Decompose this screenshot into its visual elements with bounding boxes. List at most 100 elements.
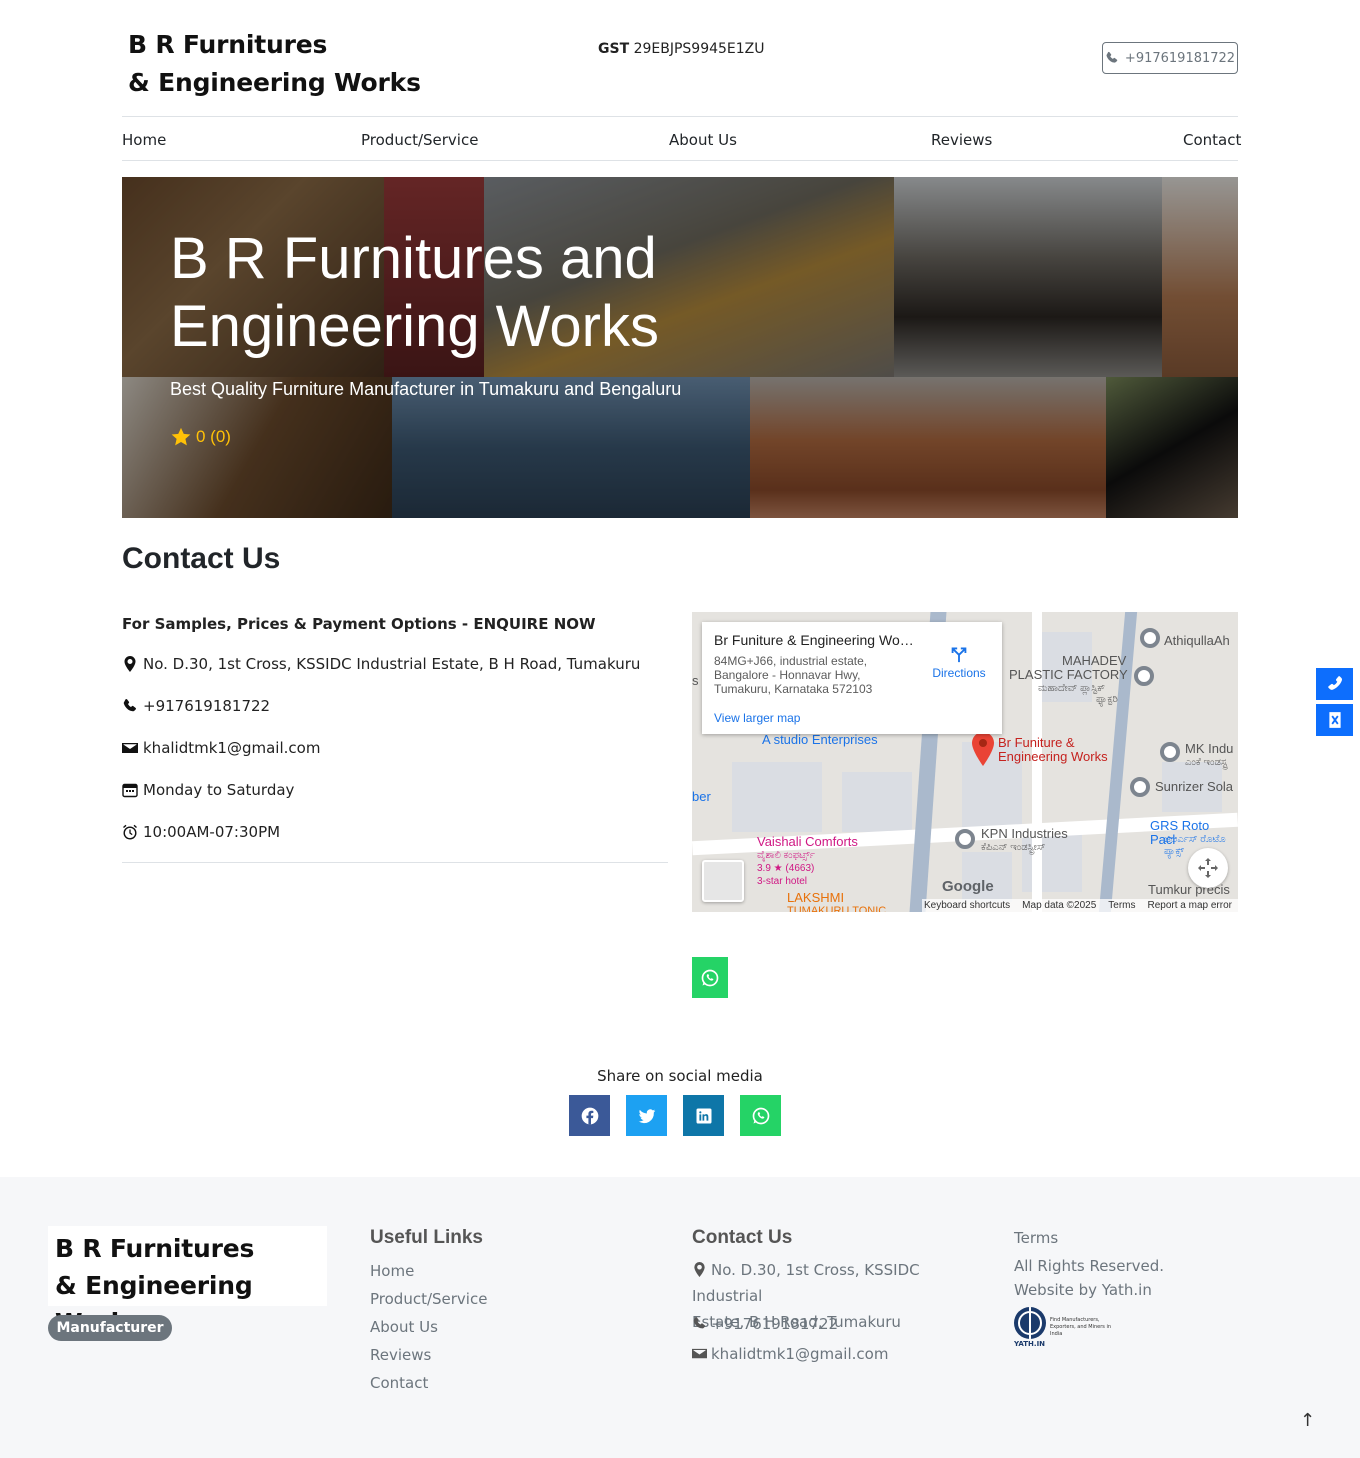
location-pin-icon [124, 656, 136, 672]
view-larger-map-link[interactable]: View larger map [714, 711, 800, 725]
map-place-pin[interactable] [1134, 666, 1154, 686]
yath-tagline: Find Manufacturers, Exporters, and Miner… [1050, 1317, 1112, 1337]
gst-label: GST [598, 41, 630, 57]
whatsapp-icon [752, 1107, 769, 1124]
hero-title-line1: B R Furnitures and [170, 226, 657, 291]
move-arrows-icon [1198, 858, 1218, 878]
calendar-icon [122, 783, 138, 798]
header-phone-text: +917619181722 [1124, 50, 1236, 66]
footer-website-by[interactable]: Website by Yath.in [1014, 1277, 1152, 1303]
map-place-pin[interactable] [955, 829, 975, 849]
star-icon [171, 427, 191, 446]
alarm-clock-icon [123, 824, 137, 840]
envelope-icon [692, 1348, 707, 1359]
directions-icon [951, 647, 967, 663]
google-logo: Google [942, 878, 994, 895]
share-facebook-button[interactable] [569, 1095, 610, 1136]
share-label: Share on social media [597, 1067, 763, 1085]
footer-rights: All Rights Reserved. [1014, 1257, 1165, 1275]
keyboard-shortcuts-link[interactable]: Keyboard shortcuts [924, 900, 1010, 911]
footer-link-contact[interactable]: Contact [370, 1374, 428, 1392]
site-logo[interactable]: B R Furnitures & Engineering Works [128, 26, 421, 102]
rating-text: 0 (0) [196, 427, 231, 446]
floating-call-button[interactable] [1316, 668, 1353, 700]
phone-icon [1327, 676, 1342, 690]
contact-email-text: khalidtmk1@gmail.com [143, 739, 321, 757]
hero-title-line2: Engineering Works [170, 294, 659, 359]
phone-icon [123, 699, 136, 712]
contact-phone-text: +917619181722 [143, 697, 271, 715]
gst-value: 29EBJPS9945E1ZU [633, 41, 765, 57]
location-pin-icon [694, 1262, 705, 1277]
footer-phone[interactable]: +917619181722 [692, 1311, 838, 1337]
contact-hours: 10:00AM-07:30PM [122, 823, 280, 841]
share-linkedin-button[interactable] [683, 1095, 724, 1136]
gst-number: GST 29EBJPS9945E1ZU [598, 41, 765, 57]
footer-email[interactable]: khalidtmk1@gmail.com [692, 1341, 888, 1367]
map-card-address: 84MG+J66, industrial estate, Bangalore -… [714, 654, 873, 696]
contact-section-title: Contact Us [122, 542, 281, 575]
twitter-icon [638, 1108, 655, 1123]
share-buttons [569, 1095, 781, 1136]
map-place-pin[interactable] [1140, 628, 1160, 648]
map-camera-control[interactable] [1188, 848, 1228, 888]
header-phone-button[interactable]: +917619181722 [1102, 42, 1238, 74]
footer-link-product-service[interactable]: Product/Service [370, 1290, 487, 1308]
scroll-to-top-button[interactable]: ↑ [1300, 1410, 1315, 1431]
map-layer-toggle[interactable] [702, 860, 744, 902]
nav-reviews[interactable]: Reviews [931, 131, 992, 149]
contact-email[interactable]: khalidtmk1@gmail.com [122, 739, 320, 757]
envelope-icon [122, 743, 138, 753]
contact-days-text: Monday to Saturday [143, 781, 295, 799]
google-map[interactable]: AthiqullaAh MAHADEV PLASTIC FACTORY ಮಹಾದ… [692, 612, 1238, 912]
map-data-text: Map data ©2025 [1022, 900, 1097, 911]
globe-icon [1014, 1307, 1046, 1339]
share-twitter-button[interactable] [626, 1095, 667, 1136]
contact-days: Monday to Saturday [122, 781, 294, 799]
nav-home[interactable]: Home [122, 131, 166, 149]
contact-address-text: No. D.30, 1st Cross, KSSIDC Industrial E… [143, 655, 641, 673]
directions-label: Directions [932, 666, 986, 680]
footer-terms-link[interactable]: Terms [1014, 1225, 1058, 1251]
whatsapp-icon [701, 969, 719, 986]
logo-line1: B R Furnitures [128, 30, 328, 59]
share-whatsapp-button[interactable] [740, 1095, 781, 1136]
map-place-pin[interactable] [1130, 777, 1150, 797]
footer-logo-line1: B R Furnitures [55, 1234, 255, 1263]
manufacturer-badge: Manufacturer [48, 1315, 172, 1341]
report-map-error-link[interactable]: Report a map error [1148, 900, 1232, 911]
hero-title: B R Furnitures and Engineering Works [170, 225, 659, 361]
hero-rating[interactable]: 0 (0) [170, 426, 231, 448]
footer-link-home[interactable]: Home [370, 1262, 414, 1280]
map-place-pin[interactable] [1160, 742, 1180, 762]
floating-enquiry-button[interactable] [1316, 704, 1353, 736]
yath-logo[interactable]: YATH.IN Find Manufacturers, Exporters, a… [1014, 1307, 1120, 1348]
contact-address: No. D.30, 1st Cross, KSSIDC Industrial E… [122, 655, 640, 673]
whatsapp-button[interactable] [692, 957, 728, 998]
linkedin-icon [696, 1108, 711, 1123]
arrow-up-icon: ↑ [1300, 1410, 1316, 1431]
map-card-title: Br Funiture & Engineering Wo… [714, 632, 914, 648]
map-terms-link[interactable]: Terms [1108, 900, 1135, 911]
contact-phone[interactable]: +917619181722 [122, 697, 270, 715]
footer-link-about-us[interactable]: About Us [370, 1318, 438, 1336]
nav-product-service[interactable]: Product/Service [361, 131, 478, 149]
useful-links-title: Useful Links [370, 1227, 483, 1248]
document-icon [1328, 712, 1341, 728]
logo-line2: & Engineering Works [128, 68, 421, 97]
hero-banner: B R Furnitures and Engineering Works Bes… [122, 177, 1238, 518]
map-info-card: Br Funiture & Engineering Wo… 84MG+J66, … [702, 622, 1002, 734]
map-red-pin-icon[interactable] [972, 732, 994, 766]
phone-icon [1106, 51, 1118, 63]
nav-about-us[interactable]: About Us [669, 131, 737, 149]
contact-divider [122, 862, 668, 863]
footer-link-reviews[interactable]: Reviews [370, 1346, 431, 1364]
footer-logo[interactable]: B R Furnitures & Engineering Works [48, 1226, 327, 1337]
nav-contact[interactable]: Contact [1183, 131, 1241, 149]
yath-name: YATH.IN [1014, 1340, 1046, 1348]
hero-subtitle: Best Quality Furniture Manufacturer in T… [170, 379, 682, 399]
map-footer-bar: Keyboard shortcuts Map data ©2025 Terms … [922, 899, 1238, 912]
directions-button[interactable]: Directions [924, 642, 994, 680]
main-nav: Home Product/Service About Us Reviews Co… [122, 116, 1241, 161]
phone-icon [693, 1316, 706, 1329]
